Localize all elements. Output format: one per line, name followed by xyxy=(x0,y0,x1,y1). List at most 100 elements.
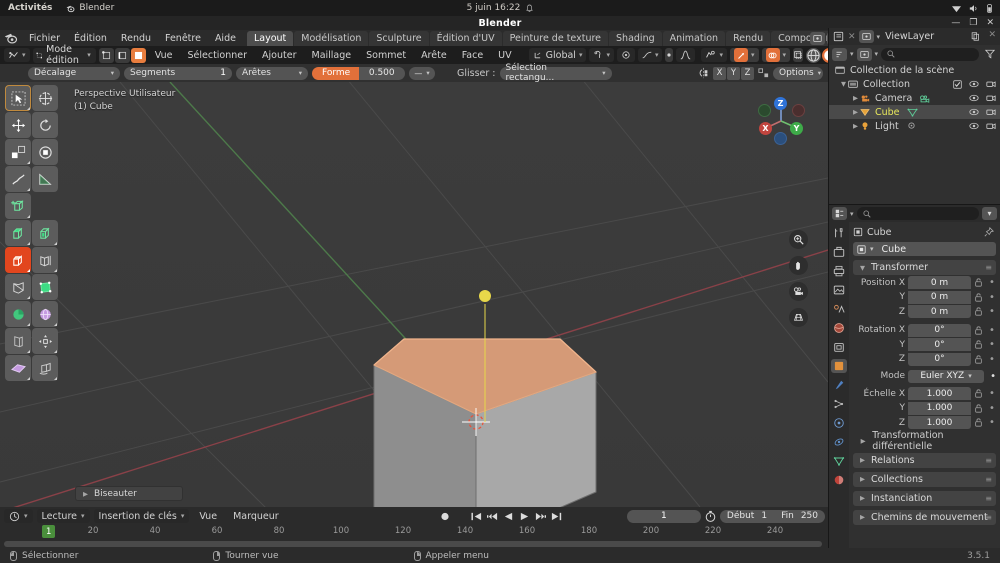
xray-toggle-icon[interactable] xyxy=(793,48,804,62)
tool-extrude-region[interactable] xyxy=(5,220,31,246)
checkbox-icon[interactable] xyxy=(953,79,962,89)
camera-data-icon[interactable] xyxy=(919,94,930,103)
jump-to-end-icon[interactable] xyxy=(550,511,563,522)
motion-paths-panel-header[interactable]: ▶ Chemins de mouvement ≡ xyxy=(853,509,996,525)
close-button[interactable]: ✕ xyxy=(986,18,994,28)
tool-cursor[interactable] xyxy=(32,85,58,111)
tab-render-icon[interactable] xyxy=(831,245,847,259)
cube-mesh-object[interactable] xyxy=(0,82,828,507)
tool-inset-faces[interactable] xyxy=(32,220,58,246)
view-layer-name[interactable]: ViewLayer xyxy=(885,31,934,42)
tab-modelisation[interactable]: Modélisation xyxy=(294,31,369,46)
tool-measure[interactable] xyxy=(32,166,58,192)
rotation-x-value[interactable]: 0° xyxy=(908,323,971,337)
tool-smooth[interactable] xyxy=(32,301,58,327)
tab-output-icon[interactable] xyxy=(831,264,847,278)
gizmo-axis-z[interactable]: Z xyxy=(774,97,787,110)
camera-render-icon[interactable] xyxy=(986,94,996,102)
location-z-row[interactable]: Z 0 m • xyxy=(853,305,996,319)
tool-spin[interactable] xyxy=(5,301,31,327)
lock-scale-z-icon[interactable] xyxy=(974,418,985,427)
menu-sommet[interactable]: Sommet xyxy=(360,49,412,62)
outliner-filter-display-icon[interactable] xyxy=(832,47,847,61)
tab-animation[interactable]: Animation xyxy=(662,31,726,46)
menu-face[interactable]: Face xyxy=(456,49,489,62)
transform-disclosure-icon[interactable]: ▼ xyxy=(858,264,867,272)
relations-disclosure-icon[interactable]: ▶ xyxy=(858,456,867,464)
location-y-value[interactable]: 0 m xyxy=(908,290,971,304)
gizmo-axis-neg-x[interactable] xyxy=(792,104,805,117)
pin-id-icon[interactable] xyxy=(984,227,994,237)
location-x-row[interactable]: Position X 0 m • xyxy=(853,276,996,290)
animate-rotation-z-icon[interactable]: • xyxy=(988,354,996,365)
menu-maillage[interactable]: Maillage xyxy=(306,49,358,62)
gizmo-axis-neg-z[interactable] xyxy=(774,132,787,145)
overlays-toggle-group[interactable]: ▾ xyxy=(761,48,791,62)
tool-scale[interactable] xyxy=(5,139,31,165)
timeline-playhead[interactable]: 1 xyxy=(42,525,56,538)
options-dropdown[interactable]: Options ▾ xyxy=(773,66,823,80)
lock-location-z-icon[interactable] xyxy=(974,307,985,316)
timeline-menu-vue[interactable]: Vue xyxy=(193,510,223,523)
rotation-x-row[interactable]: Rotation X 0° • xyxy=(853,323,996,338)
edge-select-mode-icon[interactable] xyxy=(114,47,130,63)
proportional-falloff-selector[interactable]: ▾ xyxy=(637,48,663,62)
lock-rotation-y-icon[interactable] xyxy=(974,340,985,349)
timeline-menu-marqueur[interactable]: Marqueur xyxy=(227,510,285,523)
play-icon[interactable] xyxy=(518,511,531,522)
properties-editor-type-icon[interactable] xyxy=(832,207,847,220)
outliner-filter-funnel-icon[interactable] xyxy=(982,48,997,61)
gizmo-toggle-group[interactable]: ▾ xyxy=(730,48,759,62)
rotation-y-value[interactable]: 0° xyxy=(908,338,971,352)
network-icon[interactable] xyxy=(951,4,962,13)
tool-knife[interactable] xyxy=(5,274,31,300)
tool-move[interactable] xyxy=(5,112,31,138)
blender-menu-logo-icon[interactable] xyxy=(3,31,19,45)
instancing-disclosure-icon[interactable]: ▶ xyxy=(858,494,867,502)
rotation-z-value[interactable]: 0° xyxy=(908,352,971,366)
scale-x-row[interactable]: Échelle X 1.000 • xyxy=(853,387,996,401)
light-disclosure-icon[interactable]: ▶ xyxy=(851,122,860,130)
drag-action-dropdown[interactable]: Sélection rectangu... ▾ xyxy=(499,63,612,83)
eye-icon[interactable] xyxy=(969,108,979,116)
current-frame-field[interactable]: 1 xyxy=(626,509,701,523)
outliner-row-collection[interactable]: ▼ Collection xyxy=(829,77,1000,91)
tool-shear[interactable] xyxy=(32,355,58,381)
end-frame-segment[interactable]: Fin 250 xyxy=(774,511,825,521)
rotation-mode-dropdown[interactable]: Euler XYZ ▾ xyxy=(908,369,985,383)
frame-range-fields[interactable]: Début 1 Fin 250 xyxy=(719,509,825,523)
mirror-x-toggle[interactable] xyxy=(665,48,674,62)
camera-render-icon[interactable] xyxy=(986,122,996,130)
shape-slider[interactable]: Forme 0.500 xyxy=(312,66,405,80)
animate-rotation-mode-icon[interactable]: • xyxy=(990,371,996,382)
collections-panel-header[interactable]: ▶ Collections ≡ xyxy=(853,471,996,487)
timeline-ruler[interactable]: 1 20 40 60 80 100 120 140 160 180 200 22… xyxy=(0,525,828,538)
camera-render-icon[interactable] xyxy=(986,108,996,116)
minimize-button[interactable]: — xyxy=(951,18,960,28)
tab-scene-icon[interactable] xyxy=(831,302,847,316)
camera-disclosure-icon[interactable]: ▶ xyxy=(851,94,860,102)
face-select-mode-icon[interactable] xyxy=(130,47,146,63)
lock-scale-x-icon[interactable] xyxy=(974,389,985,398)
tool-loop-cut[interactable] xyxy=(32,247,58,273)
scale-x-value[interactable]: 1.000 xyxy=(908,387,971,401)
editor-type-selector[interactable]: ▾ xyxy=(4,48,30,62)
tool-add-cube[interactable] xyxy=(5,193,31,219)
transform-orientation-selector[interactable]: Global ▾ xyxy=(528,48,587,62)
menu-uv[interactable]: UV xyxy=(492,49,517,62)
pan-view-icon[interactable] xyxy=(789,256,808,275)
camera-render-icon[interactable] xyxy=(986,80,996,88)
gnome-status-icons[interactable] xyxy=(951,3,993,13)
outliner-close-icon[interactable]: ✕ xyxy=(848,32,856,42)
motion-paths-disclosure-icon[interactable]: ▶ xyxy=(858,513,867,521)
animate-scale-z-icon[interactable]: • xyxy=(988,417,996,428)
gizmo-axis-y[interactable]: Y xyxy=(790,122,803,135)
collections-disclosure-icon[interactable]: ▶ xyxy=(858,475,867,483)
lock-location-y-icon[interactable] xyxy=(974,293,985,302)
delta-transform-subpanel[interactable]: ▶ Transformation différentielle xyxy=(853,430,996,452)
tab-rendu[interactable]: Rendu xyxy=(726,31,771,46)
eye-icon[interactable] xyxy=(969,80,979,88)
menu-fichier[interactable]: Fichier xyxy=(22,32,67,45)
toggle-perspective-icon[interactable] xyxy=(789,308,808,327)
animate-rotation-x-icon[interactable]: • xyxy=(988,325,996,336)
